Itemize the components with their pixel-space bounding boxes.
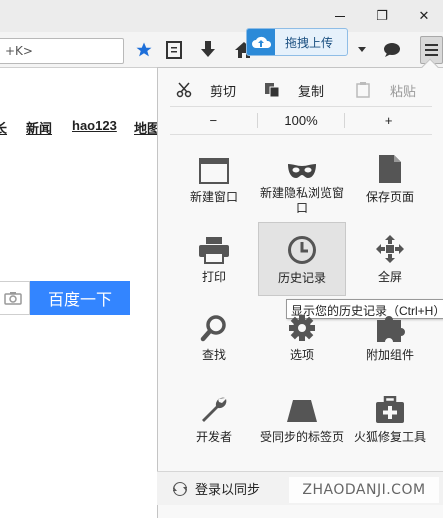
history-button[interactable]: 历史记录	[258, 222, 346, 296]
nav-link-hao123[interactable]: hao123	[72, 118, 117, 133]
options-gear-icon	[288, 312, 316, 342]
history-label: 历史记录	[277, 271, 326, 285]
reading-list-icon[interactable]	[164, 40, 184, 60]
camera-search-icon[interactable]	[0, 281, 30, 315]
synced-tabs-label: 受同步的标签页	[260, 430, 345, 444]
addons-button[interactable]: 附加组件	[346, 312, 434, 366]
copy-button[interactable]: 复制	[264, 76, 336, 104]
print-label: 打印	[201, 270, 226, 284]
history-clock-icon	[287, 227, 317, 265]
new-window-button[interactable]: 新建窗口	[170, 146, 258, 216]
addons-label: 附加组件	[365, 348, 414, 362]
new-window-icon	[199, 146, 229, 184]
save-page-button[interactable]: 保存页面	[346, 146, 434, 216]
print-button[interactable]: 打印	[170, 226, 258, 294]
nav-link-news[interactable]: 新闻	[26, 118, 52, 137]
chat-bubble-icon[interactable]	[382, 40, 402, 60]
new-private-window-label: 新建隐私浏览窗口	[260, 186, 345, 215]
synced-tabs-icon	[285, 392, 319, 424]
paste-button[interactable]: 粘贴	[356, 76, 428, 104]
drag-upload-label: 拖拽上传	[285, 35, 334, 50]
save-page-icon	[378, 146, 402, 184]
divider	[170, 134, 432, 135]
divider	[170, 106, 432, 107]
scissors-icon	[176, 82, 192, 98]
cut-button[interactable]: 剪切	[176, 76, 246, 104]
printer-icon	[198, 226, 230, 264]
clipboard-icon	[356, 82, 370, 98]
sign-in-sync-label: 登录以同步	[195, 482, 261, 497]
close-window-button[interactable]: ✕	[406, 0, 442, 32]
minimize-icon	[335, 16, 345, 17]
repair-toolkit-button[interactable]: 火狐修复工具	[346, 392, 434, 462]
drag-upload-widget[interactable]: 拖拽上传	[246, 28, 348, 56]
nav-toolbar: +K>	[0, 32, 443, 68]
paste-label: 粘贴	[390, 83, 417, 99]
zoom-in-button[interactable]: +	[345, 113, 432, 128]
url-bar[interactable]: +K>	[0, 38, 124, 64]
save-page-label: 保存页面	[365, 190, 414, 204]
new-window-label: 新建窗口	[189, 190, 238, 204]
find-magnifier-icon	[200, 312, 228, 342]
copy-label: 复制	[298, 83, 325, 99]
options-button[interactable]: 选项	[258, 312, 346, 366]
site-watermark: ZHAODANJI.COM	[289, 477, 439, 503]
private-mask-icon	[286, 146, 318, 180]
dropdown-arrow-icon[interactable]	[352, 40, 372, 60]
baidu-search-button[interactable]: 百度一下	[30, 281, 130, 315]
developer-label: 开发者	[195, 430, 232, 444]
cut-label: 剪切	[210, 83, 237, 99]
title-bar: ❐ ✕	[0, 0, 443, 32]
addons-puzzle-icon	[375, 312, 405, 342]
fullscreen-icon	[375, 226, 405, 264]
hamburger-menu-icon	[425, 44, 438, 46]
developer-button[interactable]: 开发者	[170, 392, 258, 462]
repair-toolkit-label: 火狐修复工具	[353, 430, 426, 444]
bookmark-star-icon[interactable]	[134, 40, 154, 60]
cloud-upload-icon	[247, 29, 275, 55]
sync-icon	[173, 481, 187, 496]
nav-link[interactable]: 长	[0, 118, 7, 137]
zoom-out-button[interactable]: −	[170, 113, 257, 128]
zoom-reset-button[interactable]: 100%	[256, 112, 346, 128]
find-button[interactable]: 查找	[170, 312, 258, 366]
new-private-window-button[interactable]: 新建隐私浏览窗口	[258, 146, 346, 216]
synced-tabs-button[interactable]: 受同步的标签页	[258, 392, 346, 462]
find-label: 查找	[201, 348, 226, 362]
download-icon[interactable]	[198, 40, 218, 60]
options-label: 选项	[289, 348, 314, 362]
fullscreen-button[interactable]: 全屏	[346, 226, 434, 294]
zoom-controls: − 100% +	[170, 108, 432, 132]
developer-wrench-icon	[199, 392, 229, 424]
copy-icon	[265, 83, 280, 98]
repair-toolkit-icon	[375, 392, 405, 424]
restore-button[interactable]: ❐	[364, 0, 400, 32]
fullscreen-label: 全屏	[377, 270, 402, 284]
